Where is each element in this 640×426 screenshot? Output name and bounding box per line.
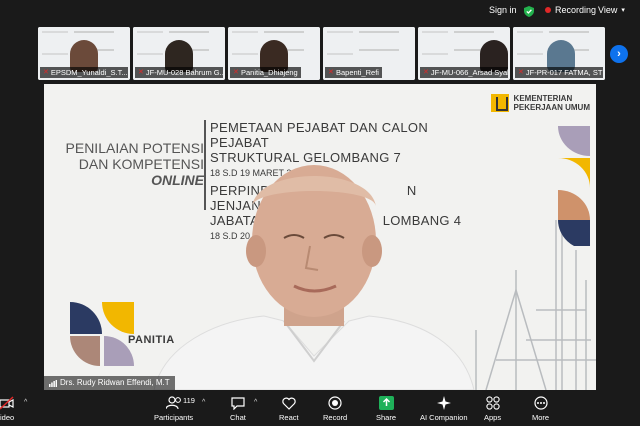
video-options-chevron-up-icon[interactable]: ^ xyxy=(24,399,27,406)
participant-name: JF-MU-066_Arsad Syah xyxy=(430,68,508,77)
apps-label: Apps xyxy=(484,413,502,422)
mic-muted-icon: ✕ xyxy=(328,69,334,76)
chat-button[interactable]: Chat xyxy=(230,395,246,422)
participant-thumbnail[interactable]: ✕ EPSDM_Yunaldi_S.T... xyxy=(38,27,130,80)
slide-decoration-graphic xyxy=(558,126,590,246)
participant-name: Bapenti_Refi xyxy=(336,68,379,77)
chevron-down-icon: ▾ xyxy=(621,7,625,14)
more-dots-icon xyxy=(533,395,548,411)
thumbnail-label: ✕ JF-MU-028 Bahrum G... xyxy=(135,67,223,78)
participants-icon xyxy=(165,395,182,411)
participants-count: 119 xyxy=(183,396,195,405)
active-speaker-label: Drs. Rudy Ridwan Effendi, M.T xyxy=(44,376,175,390)
share-screen-icon xyxy=(378,395,394,411)
record-button[interactable]: Record xyxy=(323,395,347,422)
record-label: Record xyxy=(323,413,348,422)
stop-video-button[interactable]: ideo xyxy=(0,395,14,422)
participant-name: JF-PR-017 FATMA, ST xyxy=(525,68,603,77)
participant-name: JF-MU-028 Bahrum G... xyxy=(145,68,223,77)
more-button[interactable]: More xyxy=(532,395,549,422)
sparkle-icon xyxy=(436,395,451,411)
thumbnail-label: ✕ JF-PR-017 FATMA, ST xyxy=(515,67,603,78)
chat-icon xyxy=(231,395,245,411)
chat-options-chevron-up-icon[interactable]: ^ xyxy=(254,399,257,406)
participant-thumbnail[interactable]: ✕ JF-MU-028 Bahrum G... xyxy=(133,27,225,80)
meeting-toolbar: ideo ^ Participants 119 ^ Chat ^ React R… xyxy=(0,392,640,426)
video-label: ideo xyxy=(0,413,15,422)
thumbnail-label: ✕ Bapenti_Refi xyxy=(325,67,382,78)
mic-muted-icon: ✕ xyxy=(423,69,429,76)
mic-muted-icon: ✕ xyxy=(43,69,49,76)
participants-options-chevron-up-icon[interactable]: ^ xyxy=(202,399,205,406)
more-label: More xyxy=(532,413,550,422)
participant-thumbnail[interactable]: ✕ JF-PR-017 FATMA, ST xyxy=(513,27,605,80)
recording-label: Recording xyxy=(555,5,597,15)
mic-muted-icon: ✕ xyxy=(233,69,239,76)
encryption-shield-icon[interactable] xyxy=(524,6,534,17)
recording-dot-icon xyxy=(545,7,551,13)
thumbnail-label: ✕ Panitia_Dhiajeng xyxy=(230,67,301,78)
ai-companion-button[interactable]: AI Companion xyxy=(420,395,468,422)
react-button[interactable]: React xyxy=(279,395,299,422)
apps-icon xyxy=(485,395,500,411)
mic-muted-icon: ✕ xyxy=(518,69,524,76)
record-icon xyxy=(328,395,342,411)
participants-label: Participants xyxy=(154,413,194,422)
mic-muted-icon: ✕ xyxy=(138,69,144,76)
panitia-logo-graphic xyxy=(70,302,134,366)
view-menu-button[interactable]: View ▾ xyxy=(598,5,625,15)
connection-signal-icon xyxy=(49,379,57,387)
apps-button[interactable]: Apps xyxy=(484,395,501,422)
pu-emblem-icon xyxy=(490,94,509,112)
thumbnail-label: ✕ JF-MU-066_Arsad Syah xyxy=(420,67,508,78)
speaker-person xyxy=(153,165,475,390)
org-line-1: KEMENTERIAN xyxy=(513,94,573,103)
chevron-right-icon: › xyxy=(617,48,621,60)
participant-thumbnail-strip: ✕ EPSDM_Yunaldi_S.T... ✕ JF-MU-028 Bahrum … xyxy=(38,27,605,80)
org-line-2: PEKERJAAN UMUM xyxy=(513,103,590,112)
ai-companion-label: AI Companion xyxy=(420,413,468,422)
next-page-button[interactable]: › xyxy=(610,45,628,63)
react-label: React xyxy=(279,413,299,422)
participant-name: EPSDM_Yunaldi_S.T... xyxy=(50,68,128,77)
speaker-name: Drs. Rudy Ridwan Effendi, M.T xyxy=(60,378,170,387)
recording-indicator[interactable]: Recording xyxy=(545,5,596,15)
kementerian-pu-logo: KEMENTERIAN PEKERJAAN UMUM xyxy=(490,94,590,112)
active-speaker-video: KEMENTERIAN PEKERJAAN UMUM PENILAIAN POT… xyxy=(44,84,596,390)
share-button[interactable]: Share xyxy=(376,395,396,422)
view-label: View xyxy=(598,5,618,15)
sign-in-link[interactable]: Sign in xyxy=(489,5,517,15)
video-off-icon xyxy=(0,395,14,411)
participant-name: Panitia_Dhiajeng xyxy=(241,68,298,77)
top-bar: Sign in Recording View ▾ xyxy=(0,0,640,24)
participant-thumbnail[interactable]: ✕ Bapenti_Refi xyxy=(323,27,415,80)
participant-thumbnail[interactable]: ✕ JF-MU-066_Arsad Syah xyxy=(418,27,510,80)
share-label: Share xyxy=(376,413,397,422)
heart-icon xyxy=(282,395,296,411)
participant-thumbnail[interactable]: ✕ Panitia_Dhiajeng xyxy=(228,27,320,80)
chat-label: Chat xyxy=(230,413,246,422)
thumbnail-label: ✕ EPSDM_Yunaldi_S.T... xyxy=(40,67,128,78)
